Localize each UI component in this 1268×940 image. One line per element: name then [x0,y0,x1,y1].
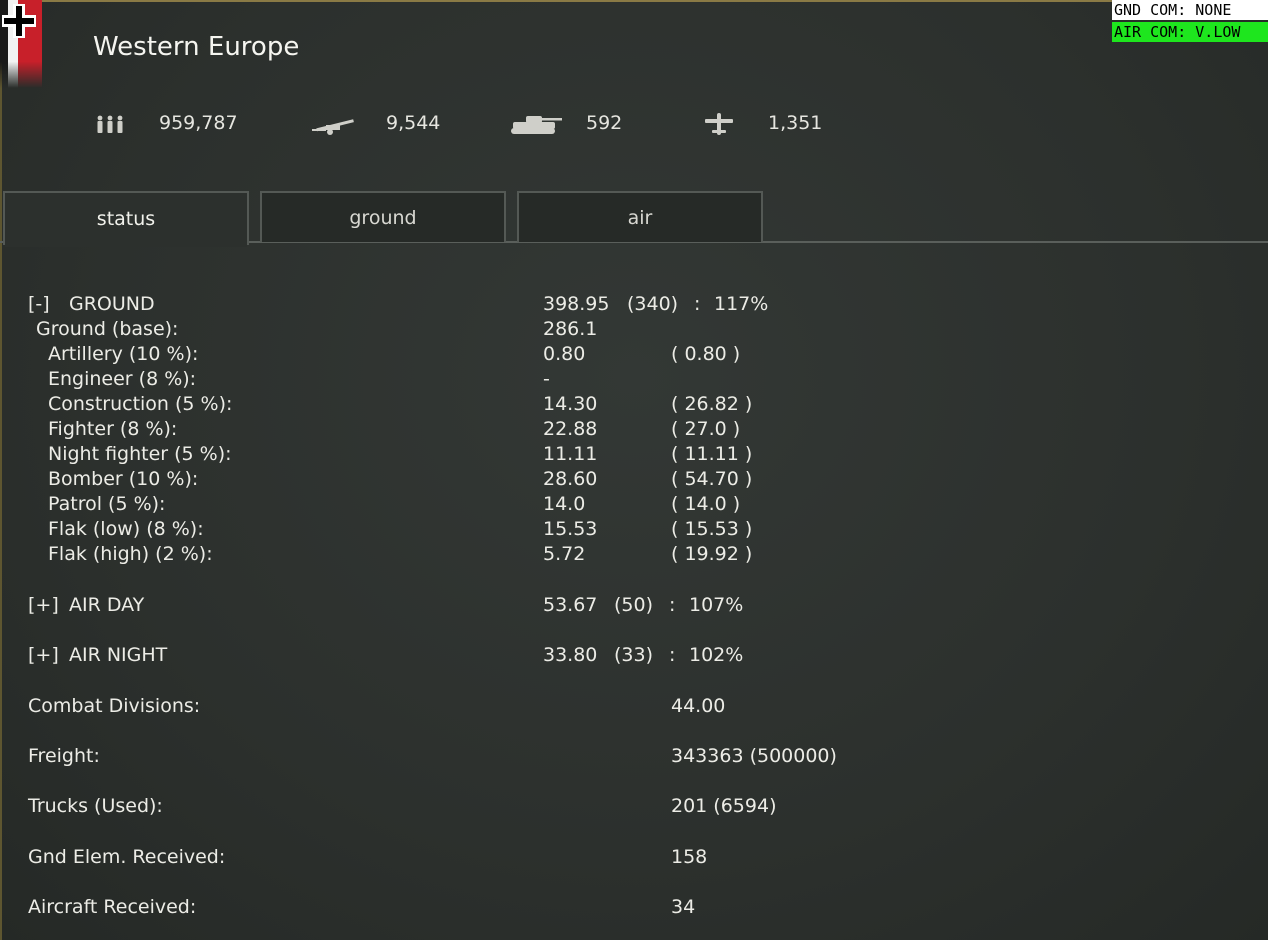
tab-status-label: status [96,208,156,230]
tab-status[interactable]: status [3,191,249,247]
ground-need: (340) [627,293,679,315]
breakdown-value: 14.0 [543,493,586,515]
region-title: Western Europe [93,32,300,62]
stat-guns-value: 9,544 [386,112,441,134]
air-night-separator: : [669,644,676,666]
stat-men: 959,787 [96,112,238,136]
ground-command-indicator: GND COM: NONE [1112,0,1268,20]
artillery-icon [312,119,354,135]
ground-percent: 117% [714,293,769,315]
breakdown-max: ( 11.11 ) [671,443,753,465]
tab-ground[interactable]: ground [260,191,506,242]
stat-tanks-value: 592 [586,112,623,134]
air-night-value: 33.80 [543,644,598,666]
breakdown-max: ( 54.70 ) [671,468,753,490]
breakdown-label: Engineer (8 %): [48,368,197,390]
air-night-percent: 102% [689,644,744,666]
ground-label: GROUND [69,293,155,315]
air-day-need: (50) [614,594,654,616]
ground-base-value: 286.1 [543,318,598,340]
nation-flag [0,0,42,98]
air-night-need: (33) [614,644,654,666]
breakdown-label: Flak (high) (2 %): [48,543,213,565]
info-value: 343363 (500000) [671,745,837,767]
breakdown-label: Artillery (10 %): [48,343,199,365]
info-value: 201 (6594) [671,795,777,817]
tab-ground-label: ground [349,206,417,229]
air-day-percent: 107% [689,594,744,616]
air-night-expand-toggle[interactable]: [+] [28,643,59,667]
stat-tanks: 592 [510,112,622,136]
info-label: Gnd Elem. Received: [28,846,226,868]
ground-expand-toggle[interactable]: [-] [28,292,50,316]
iron-cross-icon [2,4,36,38]
info-label: Freight: [28,745,100,767]
info-value: 34 [671,896,696,918]
breakdown-value: 28.60 [543,468,598,490]
breakdown-max: ( 15.53 ) [671,518,753,540]
aircraft-icon [705,113,733,135]
frame-border-left [0,0,2,940]
breakdown-label: Flak (low) (8 %): [48,518,204,540]
infantry-icon [97,115,123,133]
breakdown-max: ( 0.80 ) [671,343,741,365]
air-day-separator: : [669,594,676,616]
ground-base-label: Ground (base): [36,318,179,340]
frame-border-top [0,0,1268,2]
breakdown-value: 11.11 [543,443,598,465]
info-label: Combat Divisions: [28,695,201,717]
breakdown-value: 0.80 [543,343,586,365]
breakdown-value: 5.72 [543,543,586,565]
info-label: Trucks (Used): [28,795,163,817]
tank-icon [511,116,562,134]
breakdown-value: - [543,368,550,390]
air-day-value: 53.67 [543,594,598,616]
info-value: 44.00 [671,695,726,717]
info-value: 158 [671,846,708,868]
breakdown-label: Patrol (5 %): [48,493,166,515]
breakdown-value: 14.30 [543,393,598,415]
tab-air-label: air [627,206,653,229]
breakdown-max: ( 19.92 ) [671,543,753,565]
tab-air[interactable]: air [517,191,763,242]
stat-men-value: 959,787 [159,112,238,134]
info-label: Aircraft Received: [28,896,197,918]
air-command-indicator: AIR COM: V.LOW [1112,22,1268,42]
breakdown-max: ( 14.0 ) [671,493,741,515]
stat-aircraft: 1,351 [704,112,822,136]
air-day-label: AIR DAY [69,594,145,616]
air-night-label: AIR NIGHT [69,644,168,666]
ground-separator: : [694,293,701,315]
breakdown-max: ( 27.0 ) [671,418,741,440]
breakdown-label: Night fighter (5 %): [48,443,232,465]
breakdown-value: 22.88 [543,418,598,440]
breakdown-max: ( 26.82 ) [671,393,753,415]
breakdown-label: Bomber (10 %): [48,468,199,490]
ground-value: 398.95 [543,293,610,315]
breakdown-value: 15.53 [543,518,598,540]
breakdown-label: Fighter (8 %): [48,418,178,440]
air-day-expand-toggle[interactable]: [+] [28,593,59,617]
stat-aircraft-value: 1,351 [768,112,823,134]
stat-guns: 9,544 [312,112,440,136]
breakdown-label: Construction (5 %): [48,393,233,415]
